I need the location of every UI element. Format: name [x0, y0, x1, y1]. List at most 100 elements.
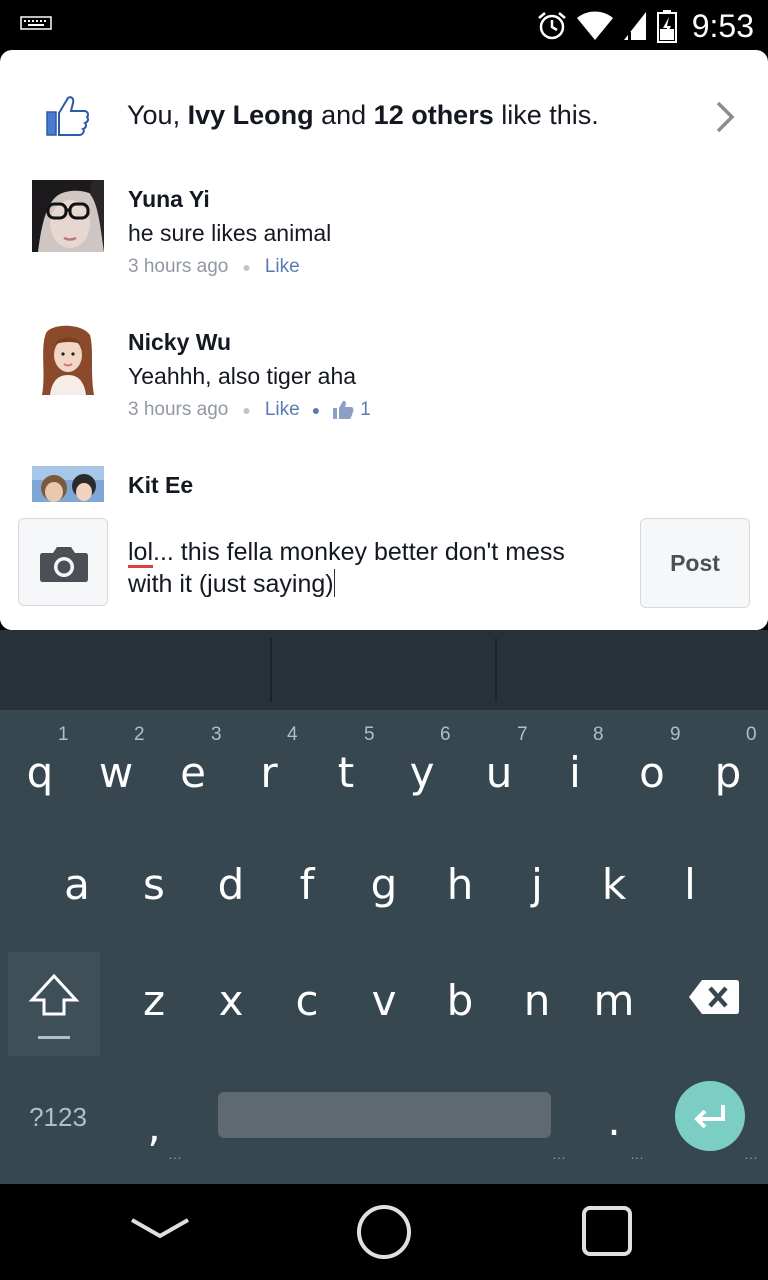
- key-hint: 5: [364, 724, 375, 745]
- key-hint: 8: [593, 724, 604, 745]
- keyboard-icon: [20, 16, 52, 30]
- like-link[interactable]: Like: [265, 256, 300, 278]
- key-e[interactable]: 3e: [171, 724, 222, 797]
- comment-input-line2: with it (just saying): [128, 570, 334, 598]
- key-label: e: [180, 748, 206, 797]
- clock: 9:53: [691, 7, 754, 44]
- key-hint: 3: [211, 724, 222, 745]
- recents-icon[interactable]: [580, 1204, 636, 1260]
- key-label: o: [639, 748, 665, 797]
- space-key[interactable]: [218, 1092, 551, 1138]
- key-y[interactable]: 6y: [400, 724, 451, 797]
- comment-input[interactable]: lol... this fella monkey better don't me…: [128, 536, 628, 600]
- like-thumb-icon: [46, 96, 90, 136]
- key-s[interactable]: s: [132, 860, 176, 909]
- symbols-key[interactable]: ?123: [22, 1102, 94, 1133]
- key-b[interactable]: b: [438, 976, 482, 1025]
- like-thumb-small-icon: [333, 400, 354, 419]
- likes-summary-text: You, Ivy Leong and 12 others like this.: [127, 100, 599, 131]
- key-c[interactable]: c: [285, 976, 329, 1025]
- likes-middle: and: [313, 100, 374, 130]
- key-p[interactable]: 0p: [706, 724, 757, 797]
- wifi-icon: [576, 11, 613, 40]
- comment-timestamp: 3 hours ago: [128, 256, 229, 277]
- key-label: w: [98, 748, 134, 797]
- enter-key[interactable]: [675, 1081, 745, 1151]
- key-d[interactable]: d: [209, 860, 253, 909]
- avatar[interactable]: [32, 323, 104, 395]
- avatar[interactable]: [32, 180, 104, 252]
- key-h[interactable]: h: [438, 860, 482, 909]
- comment-item: Nicky Wu Yeahhh, also tiger aha 3 hours …: [0, 323, 768, 433]
- key-q[interactable]: 1q: [18, 724, 69, 797]
- key-g[interactable]: g: [362, 860, 406, 909]
- key-hint: 2: [134, 724, 145, 745]
- home-icon[interactable]: [356, 1204, 412, 1260]
- avatar[interactable]: [32, 466, 104, 502]
- key-k[interactable]: k: [592, 860, 636, 909]
- long-press-hint: …: [744, 1146, 758, 1162]
- key-hint: 0: [746, 724, 757, 745]
- likes-prefix: You,: [127, 100, 188, 130]
- key-f[interactable]: f: [285, 860, 329, 909]
- key-label: y: [409, 748, 435, 797]
- suggestion-divider: [495, 638, 497, 702]
- key-n[interactable]: n: [515, 976, 559, 1025]
- text-caret: [333, 569, 335, 597]
- backspace-icon[interactable]: [688, 978, 740, 1016]
- soft-keyboard: 1q 2w 3e 4r 5t 6y 7u 8i 9o 0p a s d f g …: [0, 710, 768, 1184]
- key-hint: 6: [440, 724, 451, 745]
- key-hint: 4: [287, 724, 298, 745]
- suggestion-strip: [0, 630, 768, 710]
- camera-button[interactable]: [18, 518, 108, 606]
- key-i[interactable]: 8i: [553, 724, 603, 797]
- signal-icon: [623, 12, 646, 40]
- alarm-icon: [537, 12, 566, 40]
- shift-arrow-icon: [28, 973, 80, 1039]
- comment-author[interactable]: Kit Ee: [128, 472, 193, 499]
- separator-dot: ●: [311, 402, 321, 418]
- key-hint: 9: [670, 724, 681, 745]
- key-a[interactable]: a: [55, 860, 99, 909]
- navigation-bar: [0, 1184, 768, 1280]
- long-press-hint: …: [552, 1146, 566, 1162]
- comment-author[interactable]: Yuna Yi: [128, 186, 210, 213]
- key-hint: 7: [517, 724, 528, 745]
- key-w[interactable]: 2w: [94, 724, 145, 797]
- key-t[interactable]: 5t: [324, 724, 375, 797]
- key-u[interactable]: 7u: [477, 724, 528, 797]
- long-press-hint: …: [630, 1146, 644, 1162]
- comment-item: Yuna Yi he sure likes animal 3 hours ago…: [0, 180, 768, 290]
- comment-input-line1: ... this fella monkey better don't mess: [153, 538, 565, 566]
- key-label: t: [337, 748, 355, 797]
- key-j[interactable]: j: [515, 860, 559, 909]
- comma-key[interactable]: ,: [132, 1102, 176, 1151]
- key-r[interactable]: 4r: [247, 724, 297, 797]
- comment-item: Kit Ee: [0, 466, 768, 502]
- back-down-icon[interactable]: [128, 1214, 192, 1244]
- enter-arrow-icon: [694, 1105, 725, 1129]
- battery-icon: [656, 10, 677, 43]
- key-x[interactable]: x: [209, 976, 253, 1025]
- misspelled-word[interactable]: lol: [128, 538, 153, 566]
- key-v[interactable]: v: [362, 976, 406, 1025]
- comment-author[interactable]: Nicky Wu: [128, 329, 231, 356]
- period-key[interactable]: .: [592, 1096, 636, 1145]
- likes-summary-row[interactable]: You, Ivy Leong and 12 others like this.: [0, 70, 768, 162]
- key-o[interactable]: 9o: [630, 724, 680, 797]
- likes-name[interactable]: Ivy Leong: [188, 100, 314, 130]
- key-label: r: [260, 748, 278, 797]
- key-l[interactable]: l: [668, 860, 712, 909]
- post-button[interactable]: Post: [640, 518, 750, 608]
- key-hint: 1: [58, 724, 69, 745]
- likes-others[interactable]: 12 others: [374, 100, 494, 130]
- shift-key[interactable]: [8, 952, 100, 1056]
- comment-text: Yeahhh, also tiger aha: [128, 363, 357, 389]
- comments-panel: You, Ivy Leong and 12 others like this. …: [0, 50, 768, 630]
- key-m[interactable]: m: [592, 976, 636, 1025]
- suggestion-divider: [270, 638, 272, 702]
- chevron-right-icon[interactable]: [712, 100, 738, 134]
- like-count: 1: [360, 399, 371, 420]
- like-link[interactable]: Like: [265, 399, 300, 421]
- key-z[interactable]: z: [132, 976, 176, 1025]
